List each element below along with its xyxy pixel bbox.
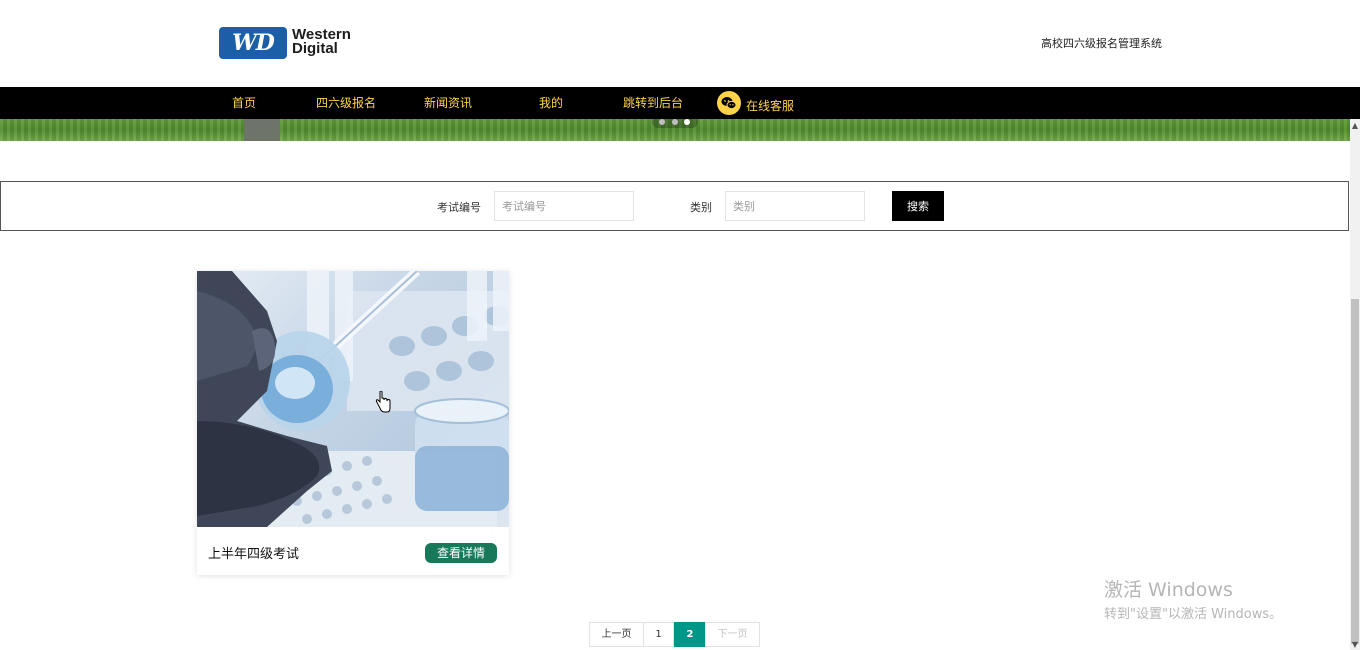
hand-cursor-icon <box>375 390 391 413</box>
exam-no-label: 考试编号 <box>437 201 481 214</box>
pagination-next[interactable]: 下一页 <box>705 622 760 647</box>
banner-tree-trunk <box>244 119 280 141</box>
carousel-dot-1[interactable] <box>659 119 665 125</box>
search-form: 考试编号 类别 搜索 <box>0 181 1349 231</box>
carousel-indicators <box>652 116 698 128</box>
nav-item-customer-service[interactable]: 在线客服 <box>746 90 794 122</box>
category-label: 类别 <box>690 201 712 214</box>
site-title: 高校四六级报名管理系统 <box>1041 37 1162 50</box>
search-button[interactable]: 搜索 <box>892 191 944 221</box>
carousel-dot-2[interactable] <box>672 119 678 125</box>
nav-item-home[interactable]: 首页 <box>232 87 256 119</box>
nav-item-mine[interactable]: 我的 <box>539 87 563 119</box>
windows-activation-hint: 转到"设置"以激活 Windows。 <box>1104 607 1283 622</box>
exam-card[interactable]: 上半年四级考试 查看详情 <box>197 271 509 575</box>
scroll-down-arrow-icon[interactable]: ▼ <box>1350 640 1360 650</box>
category-input[interactable] <box>725 191 865 221</box>
scrollbar-thumb[interactable] <box>1351 299 1359 644</box>
main-nav: 首页 四六级报名 新闻资讯 我的 跳转到后台 在线客服 <box>0 87 1360 119</box>
brand-logo[interactable]: WD Western Digital <box>219 27 371 59</box>
page-scrollbar[interactable]: ▲ ▼ <box>1350 119 1360 650</box>
logo-line-2: Digital <box>292 40 338 57</box>
nav-item-exam-signup[interactable]: 四六级报名 <box>316 87 376 119</box>
scroll-up-arrow-icon[interactable]: ▲ <box>1350 121 1360 131</box>
nav-item-admin[interactable]: 跳转到后台 <box>623 87 683 119</box>
nav-item-news[interactable]: 新闻资讯 <box>424 87 472 119</box>
logo-wordmark: Western Digital <box>292 27 374 57</box>
header: WD Western Digital 高校四六级报名管理系统 <box>0 0 1350 87</box>
exam-card-image[interactable] <box>197 271 509 527</box>
exam-no-input[interactable] <box>494 191 634 221</box>
carousel-dot-3-active[interactable] <box>684 119 690 125</box>
pagination-page-2-current[interactable]: 2 <box>674 622 706 647</box>
view-details-button[interactable]: 查看详情 <box>425 543 497 563</box>
exam-card-title: 上半年四级考试 <box>208 547 300 562</box>
logo-badge: WD <box>219 27 287 59</box>
pagination-prev[interactable]: 上一页 <box>589 622 644 647</box>
windows-activation-title: 激活 Windows <box>1104 579 1233 601</box>
page: WD Western Digital 高校四六级报名管理系统 首页 四六级报名 … <box>0 0 1360 650</box>
wechat-icon[interactable] <box>717 91 741 115</box>
pagination-page-1[interactable]: 1 <box>643 622 674 647</box>
